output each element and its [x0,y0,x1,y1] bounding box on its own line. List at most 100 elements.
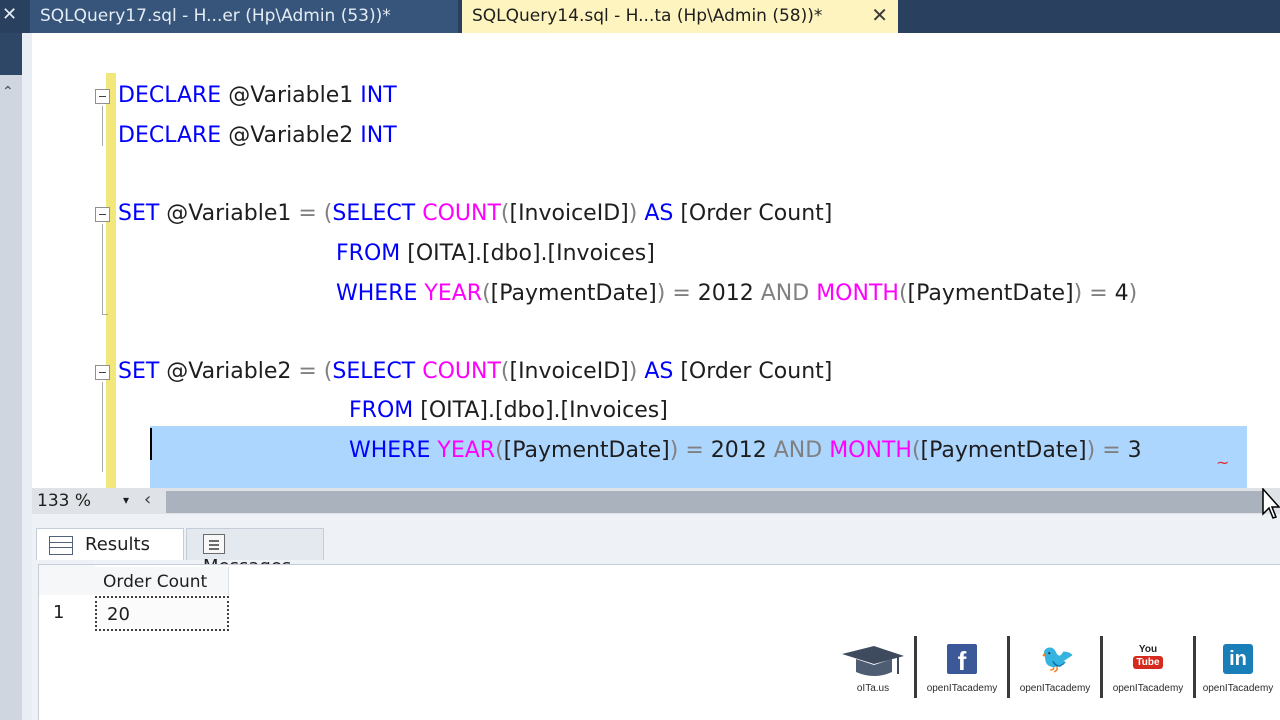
identifier: [Order Count] [673,359,833,384]
function: MONTH [809,281,899,306]
function: YEAR [430,438,496,463]
twitter-icon: 🐦 [1040,643,1075,674]
text-caret [150,428,152,460]
operator: AND [753,281,810,306]
messages-icon [203,534,225,554]
operator: ( [898,281,908,306]
chevron-up-icon[interactable]: ⌃ [2,84,14,100]
zoom-value: 133 % [37,491,92,511]
column-header[interactable]: Order Count [95,567,229,595]
tab-results[interactable]: Results [36,528,184,560]
youtube-icon-top: You [1138,644,1158,655]
identifier: [InvoiceID] [509,201,629,226]
identifier: [OITA].[dbo].[Invoices] [413,398,668,423]
scroll-left-icon[interactable]: ‹ [144,489,151,510]
document-tab-strip: ✕ SQLQuery17.sql - H...er (Hp\Admin (53)… [0,0,1280,33]
linkedin-link[interactable]: in openITacademy [1196,636,1280,700]
youtube-icon: You Tube [1133,644,1163,674]
identifier: [Order Count] [673,201,833,226]
collapse-icon[interactable] [95,89,110,104]
operator: = [665,281,698,306]
brand-link[interactable]: oITa.us [832,636,914,700]
variable: @Variable2 [159,359,299,384]
linkedin-label: openITacademy [1202,683,1274,694]
code-line: SET @Variable1 = (SELECT COUNT([InvoiceI… [118,201,832,227]
operator: ( [495,438,504,463]
operator: ( [482,281,491,306]
zoom-dropdown[interactable]: 133 % ▾ [37,491,135,512]
operator: = [1095,438,1128,463]
identifier: [PaymentDate] [920,438,1087,463]
twitter-label: openITacademy [1019,683,1091,694]
function: MONTH [822,438,912,463]
keyword: SET [118,201,160,226]
row-number[interactable]: 1 [53,602,64,623]
keyword: AS [637,359,674,384]
code-line: DECLARE @Variable1 INT [118,83,397,109]
collapse-icon[interactable] [95,365,110,380]
operator: = [1082,281,1115,306]
mouse-pointer-icon [1262,488,1280,519]
keyword: SELECT [332,359,416,384]
keyword: INT [360,83,397,108]
function: COUNT [415,201,501,226]
literal: 2012 [710,438,767,463]
tab-label: SQLQuery17.sql - H...er (Hp\Admin (53))* [40,6,391,26]
collapse-icon[interactable] [95,207,110,222]
operator: = [678,438,711,463]
literal: 3 [1127,438,1142,463]
keyword: SET [118,359,160,384]
linkedin-icon: in [1223,644,1253,674]
brand-label: oITa.us [856,683,890,694]
chevron-down-icon: ▾ [123,493,130,507]
grid-icon [49,536,73,555]
tab-sqlquery17[interactable]: SQLQuery17.sql - H...er (Hp\Admin (53))* [30,0,458,33]
code-line: FROM [OITA].[dbo].[Invoices] [349,398,668,424]
youtube-link[interactable]: You Tube openITacademy [1103,636,1193,700]
tab-label: Results [85,534,150,555]
tab-label: SQLQuery14.sql - H...ta (Hp\Admin (58))* [472,6,823,26]
code-line: FROM [OITA].[dbo].[Invoices] [336,241,655,267]
outline-guide-end [102,314,108,315]
operator: AND [766,438,823,463]
twitter-link[interactable]: 🐦 openITacademy [1010,636,1100,700]
left-tool-strip-header [0,33,22,75]
keyword: SELECT [332,201,416,226]
operator: ( [316,201,333,226]
literal: 4 [1114,281,1129,306]
identifier: [OITA].[dbo].[Invoices] [400,241,655,266]
tab-sqlquery14[interactable]: SQLQuery14.sql - H...ta (Hp\Admin (58))*… [462,0,898,33]
tab-messages[interactable]: Messages [186,528,324,577]
identifier: [PaymentDate] [490,281,657,306]
literal: 2012 [697,281,754,306]
youtube-icon-bottom: Tube [1133,656,1163,669]
scrollbar-thumb[interactable] [166,491,1266,513]
keyword: FROM [349,398,414,423]
operator: ( [911,438,921,463]
left-tool-strip [0,33,22,720]
close-icon[interactable]: ✕ [871,3,888,27]
facebook-label: openITacademy [926,683,998,694]
facebook-link[interactable]: f openITacademy [917,636,1007,700]
operator: ) [1128,281,1138,306]
keyword: WHERE [349,438,431,463]
code-line: WHERE YEAR([PaymentDate]) = 2012 AND MON… [336,281,1137,307]
operator: ( [316,359,333,384]
keyword: FROM [336,241,401,266]
operator: = [298,359,317,384]
editor-margin [22,33,32,720]
outline-guide [102,106,103,146]
identifier: [InvoiceID] [509,359,629,384]
code-line: DECLARE @Variable2 INT [118,123,397,149]
identifier: [PaymentDate] [907,281,1074,306]
query-editor[interactable]: DECLARE @Variable1 INT DECLARE @Variable… [32,33,1280,488]
close-icon[interactable]: ✕ [2,4,17,25]
variable: @Variable1 [159,201,299,226]
operator: = [298,201,317,226]
keyword: DECLARE [118,83,222,108]
operator: ) [1086,438,1096,463]
editor-horizontal-scrollbar: 133 % ▾ ‹ [32,488,1280,514]
variable: @Variable1 [221,83,361,108]
grid-cell[interactable]: 20 [95,596,229,631]
keyword: AS [637,201,674,226]
